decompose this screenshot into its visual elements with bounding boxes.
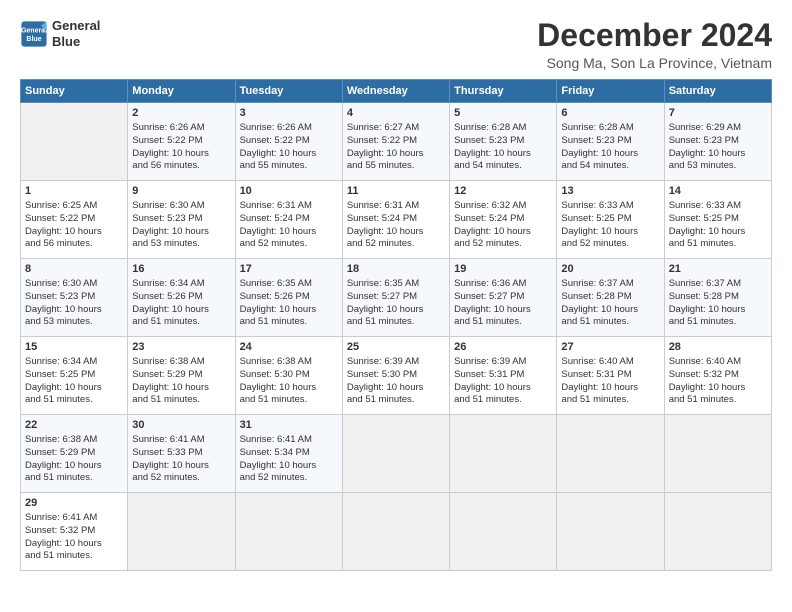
calendar-cell [664,493,771,571]
header-row: SundayMondayTuesdayWednesdayThursdayFrid… [21,80,772,103]
day-number: 11 [347,184,445,199]
calendar-cell [21,103,128,181]
calendar-cell [450,493,557,571]
day-number: 20 [561,262,659,277]
svg-text:General: General [21,27,47,34]
logo: General Blue General Blue [20,18,100,49]
week-row-1: 1Sunrise: 6:25 AMSunset: 5:22 PMDaylight… [21,181,772,259]
calendar-cell [557,493,664,571]
calendar-cell: 20Sunrise: 6:37 AMSunset: 5:28 PMDayligh… [557,259,664,337]
calendar-cell: 11Sunrise: 6:31 AMSunset: 5:24 PMDayligh… [342,181,449,259]
header-cell-saturday: Saturday [664,80,771,103]
day-number: 1 [25,184,123,199]
day-number: 4 [347,106,445,121]
day-number: 8 [25,262,123,277]
header: General Blue General Blue December 2024 … [20,18,772,71]
day-number: 6 [561,106,659,121]
svg-text:Blue: Blue [26,36,41,43]
calendar-cell: 2Sunrise: 6:26 AMSunset: 5:22 PMDaylight… [128,103,235,181]
calendar-cell: 4Sunrise: 6:27 AMSunset: 5:22 PMDaylight… [342,103,449,181]
calendar-cell: 27Sunrise: 6:40 AMSunset: 5:31 PMDayligh… [557,337,664,415]
calendar-cell [128,493,235,571]
calendar-cell: 17Sunrise: 6:35 AMSunset: 5:26 PMDayligh… [235,259,342,337]
calendar-cell: 19Sunrise: 6:36 AMSunset: 5:27 PMDayligh… [450,259,557,337]
calendar-cell [342,415,449,493]
logo-text-general: General [52,18,100,34]
calendar-cell: 7Sunrise: 6:29 AMSunset: 5:23 PMDaylight… [664,103,771,181]
calendar-cell [450,415,557,493]
calendar-cell: 8Sunrise: 6:30 AMSunset: 5:23 PMDaylight… [21,259,128,337]
calendar-cell: 12Sunrise: 6:32 AMSunset: 5:24 PMDayligh… [450,181,557,259]
day-number: 13 [561,184,659,199]
day-number: 5 [454,106,552,121]
day-number: 9 [132,184,230,199]
day-number: 17 [240,262,338,277]
day-number: 29 [25,496,123,511]
day-number: 10 [240,184,338,199]
main-title: December 2024 [537,18,772,53]
calendar-cell: 23Sunrise: 6:38 AMSunset: 5:29 PMDayligh… [128,337,235,415]
day-number: 26 [454,340,552,355]
calendar-cell: 22Sunrise: 6:38 AMSunset: 5:29 PMDayligh… [21,415,128,493]
day-number: 19 [454,262,552,277]
logo-icon: General Blue [20,20,48,48]
calendar-cell [342,493,449,571]
title-block: December 2024 Song Ma, Son La Province, … [537,18,772,71]
day-number: 30 [132,418,230,433]
calendar-cell: 9Sunrise: 6:30 AMSunset: 5:23 PMDaylight… [128,181,235,259]
calendar-cell: 21Sunrise: 6:37 AMSunset: 5:28 PMDayligh… [664,259,771,337]
calendar-table: SundayMondayTuesdayWednesdayThursdayFrid… [20,79,772,571]
calendar-cell [664,415,771,493]
calendar-cell: 5Sunrise: 6:28 AMSunset: 5:23 PMDaylight… [450,103,557,181]
day-number: 31 [240,418,338,433]
day-number: 23 [132,340,230,355]
week-row-0: 2Sunrise: 6:26 AMSunset: 5:22 PMDaylight… [21,103,772,181]
header-cell-wednesday: Wednesday [342,80,449,103]
subtitle: Song Ma, Son La Province, Vietnam [537,55,772,71]
page: General Blue General Blue December 2024 … [0,0,792,581]
day-number: 14 [669,184,767,199]
week-row-5: 29Sunrise: 6:41 AMSunset: 5:32 PMDayligh… [21,493,772,571]
week-row-4: 22Sunrise: 6:38 AMSunset: 5:29 PMDayligh… [21,415,772,493]
calendar-cell: 6Sunrise: 6:28 AMSunset: 5:23 PMDaylight… [557,103,664,181]
calendar-cell: 10Sunrise: 6:31 AMSunset: 5:24 PMDayligh… [235,181,342,259]
logo-text-blue: Blue [52,34,100,50]
day-number: 16 [132,262,230,277]
day-number: 24 [240,340,338,355]
calendar-cell [235,493,342,571]
week-row-3: 15Sunrise: 6:34 AMSunset: 5:25 PMDayligh… [21,337,772,415]
calendar-cell: 31Sunrise: 6:41 AMSunset: 5:34 PMDayligh… [235,415,342,493]
header-cell-sunday: Sunday [21,80,128,103]
header-cell-monday: Monday [128,80,235,103]
day-number: 12 [454,184,552,199]
day-number: 25 [347,340,445,355]
day-number: 7 [669,106,767,121]
calendar-cell: 30Sunrise: 6:41 AMSunset: 5:33 PMDayligh… [128,415,235,493]
calendar-cell: 18Sunrise: 6:35 AMSunset: 5:27 PMDayligh… [342,259,449,337]
calendar-cell [557,415,664,493]
day-number: 21 [669,262,767,277]
day-number: 15 [25,340,123,355]
calendar-cell: 26Sunrise: 6:39 AMSunset: 5:31 PMDayligh… [450,337,557,415]
day-number: 3 [240,106,338,121]
header-cell-tuesday: Tuesday [235,80,342,103]
calendar-cell: 14Sunrise: 6:33 AMSunset: 5:25 PMDayligh… [664,181,771,259]
day-number: 28 [669,340,767,355]
calendar-cell: 16Sunrise: 6:34 AMSunset: 5:26 PMDayligh… [128,259,235,337]
calendar-cell: 15Sunrise: 6:34 AMSunset: 5:25 PMDayligh… [21,337,128,415]
calendar-cell: 24Sunrise: 6:38 AMSunset: 5:30 PMDayligh… [235,337,342,415]
day-number: 18 [347,262,445,277]
week-row-2: 8Sunrise: 6:30 AMSunset: 5:23 PMDaylight… [21,259,772,337]
calendar-cell: 3Sunrise: 6:26 AMSunset: 5:22 PMDaylight… [235,103,342,181]
day-number: 27 [561,340,659,355]
calendar-cell: 28Sunrise: 6:40 AMSunset: 5:32 PMDayligh… [664,337,771,415]
day-number: 22 [25,418,123,433]
calendar-cell: 29Sunrise: 6:41 AMSunset: 5:32 PMDayligh… [21,493,128,571]
calendar-cell: 13Sunrise: 6:33 AMSunset: 5:25 PMDayligh… [557,181,664,259]
calendar-cell: 1Sunrise: 6:25 AMSunset: 5:22 PMDaylight… [21,181,128,259]
calendar-cell: 25Sunrise: 6:39 AMSunset: 5:30 PMDayligh… [342,337,449,415]
header-cell-friday: Friday [557,80,664,103]
day-number: 2 [132,106,230,121]
header-cell-thursday: Thursday [450,80,557,103]
